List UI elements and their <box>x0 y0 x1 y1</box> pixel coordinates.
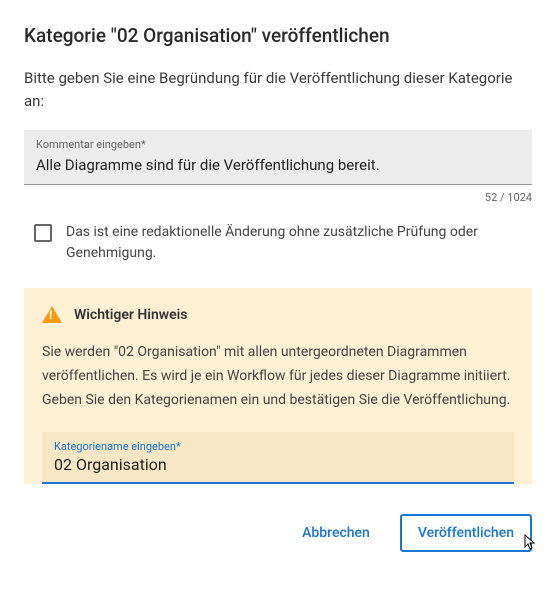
warning-box: Wichtiger Hinweis Sie werden "02 Organis… <box>24 288 532 484</box>
warning-text: Sie werden "02 Organisation" mit allen u… <box>42 341 514 412</box>
comment-label: Kommentar eingeben* <box>36 138 520 151</box>
category-input[interactable] <box>54 455 502 474</box>
warning-title: Wichtiger Hinweis <box>74 307 187 323</box>
editorial-checkbox-label: Das ist eine redaktionelle Änderung ohne… <box>66 222 522 264</box>
warning-header: Wichtiger Hinweis <box>42 306 514 323</box>
comment-char-count: 52 / 1024 <box>24 191 532 204</box>
editorial-checkbox[interactable] <box>34 224 52 242</box>
comment-field[interactable]: Kommentar eingeben* <box>24 130 532 185</box>
dialog-title: Kategorie "02 Organisation" veröffentlic… <box>24 24 532 47</box>
editorial-checkbox-row: Das ist eine redaktionelle Änderung ohne… <box>24 222 532 264</box>
category-label: Kategoriename eingeben* <box>54 440 502 453</box>
cancel-button[interactable]: Abbrechen <box>286 516 386 550</box>
comment-input[interactable] <box>36 156 520 174</box>
warning-icon <box>42 306 62 323</box>
category-field[interactable]: Kategoriename eingeben* <box>42 432 514 484</box>
publish-button[interactable]: Veröffentlichen <box>400 514 532 552</box>
dialog-actions: Abbrechen Veröffentlichen <box>24 514 532 552</box>
dialog-description: Bitte geben Sie eine Begründung für die … <box>24 67 532 112</box>
cursor-icon <box>524 534 538 556</box>
publish-button-label: Veröffentlichen <box>418 525 514 541</box>
